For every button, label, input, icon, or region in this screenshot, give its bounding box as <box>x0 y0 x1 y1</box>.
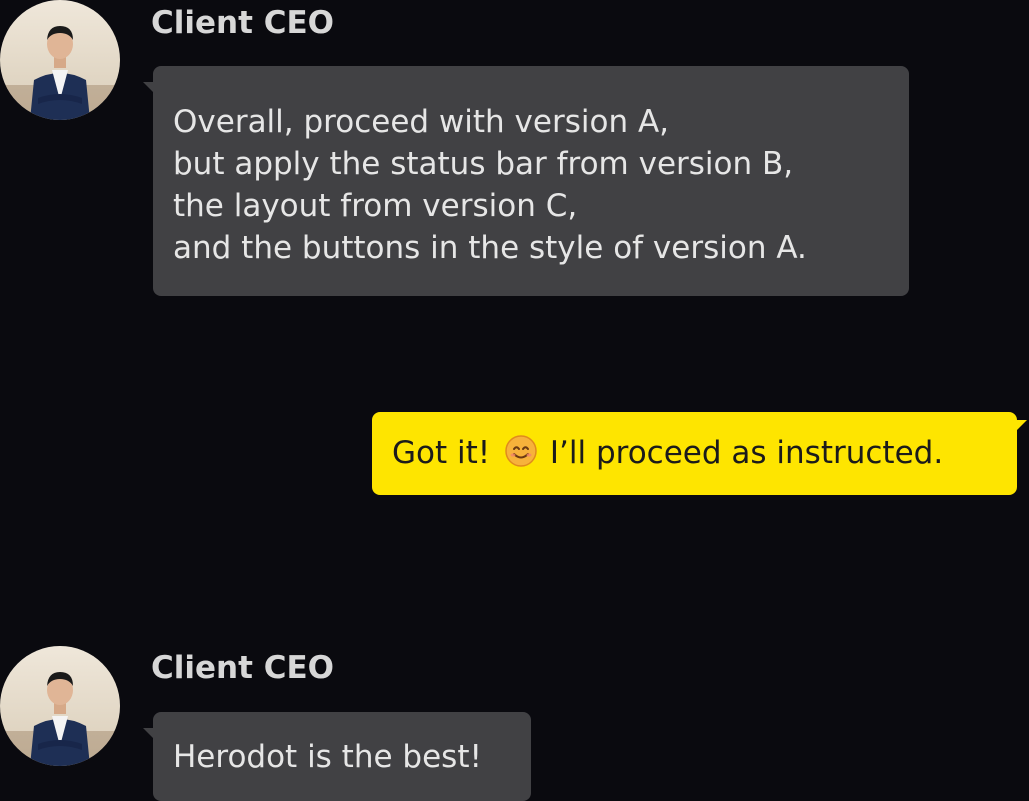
message-line: Overall, proceed with version A, <box>173 104 669 140</box>
sender-avatar[interactable] <box>0 0 120 120</box>
bubble-tail <box>143 82 155 94</box>
message-text: I’ll proceed as instructed. <box>540 435 944 471</box>
message-line: but apply the status bar from version B, <box>173 146 794 182</box>
incoming-message-bubble[interactable]: Overall, proceed with version A, but app… <box>143 66 909 296</box>
chat-thread[interactable]: Client CEO Overall, proceed with version… <box>0 0 1029 801</box>
person-avatar-icon <box>0 646 120 766</box>
sender-name: Client CEO <box>151 5 334 41</box>
outgoing-message-bubble[interactable]: Got it! I’ll proceed as instructed. <box>372 412 1027 495</box>
sender-avatar[interactable] <box>0 646 120 766</box>
person-avatar-icon <box>0 0 120 120</box>
bubble-tail <box>1015 420 1027 432</box>
sender-name: Client CEO <box>151 650 334 686</box>
message-line: and the buttons in the style of version … <box>173 230 807 266</box>
message-text: Got it! <box>392 435 501 471</box>
incoming-message-bubble[interactable]: Herodot is the best! <box>143 712 531 801</box>
message-line: Herodot is the best! <box>173 739 482 775</box>
bubble-tail <box>143 728 155 740</box>
message-line: the layout from version C, <box>173 188 578 224</box>
smiling-face-icon <box>504 434 538 468</box>
